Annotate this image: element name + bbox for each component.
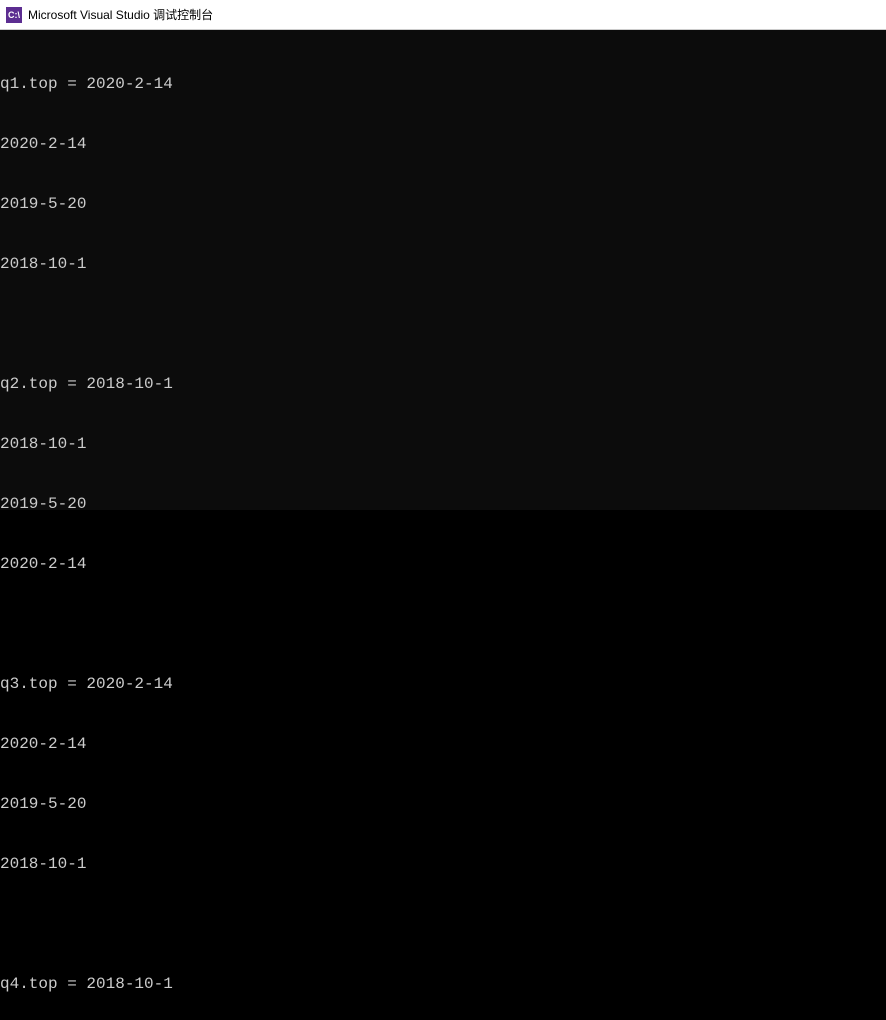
console-line: 2019-5-20 — [0, 194, 886, 214]
console-line: 2020-2-14 — [0, 554, 886, 574]
console-line: 2020-2-14 — [0, 134, 886, 154]
title-bar[interactable]: C:\ Microsoft Visual Studio 调试控制台 — [0, 0, 886, 30]
console-line: 2018-10-1 — [0, 254, 886, 274]
console-line — [0, 914, 886, 934]
console-line: 2018-10-1 — [0, 434, 886, 454]
app-icon: C:\ — [6, 7, 22, 23]
console-line: 2019-5-20 — [0, 494, 886, 514]
console-line: q3.top = 2020-2-14 — [0, 674, 886, 694]
console-line — [0, 614, 886, 634]
console-line: 2018-10-1 — [0, 854, 886, 874]
console-line: q2.top = 2018-10-1 — [0, 374, 886, 394]
console-line — [0, 314, 886, 334]
console-line: 2020-2-14 — [0, 734, 886, 754]
console-line: q4.top = 2018-10-1 — [0, 974, 886, 994]
window-title: Microsoft Visual Studio 调试控制台 — [28, 6, 213, 23]
console-line: 2019-5-20 — [0, 794, 886, 814]
console-line: q1.top = 2020-2-14 — [0, 74, 886, 94]
console-output[interactable]: q1.top = 2020-2-14 2020-2-14 2019-5-20 2… — [0, 30, 886, 510]
